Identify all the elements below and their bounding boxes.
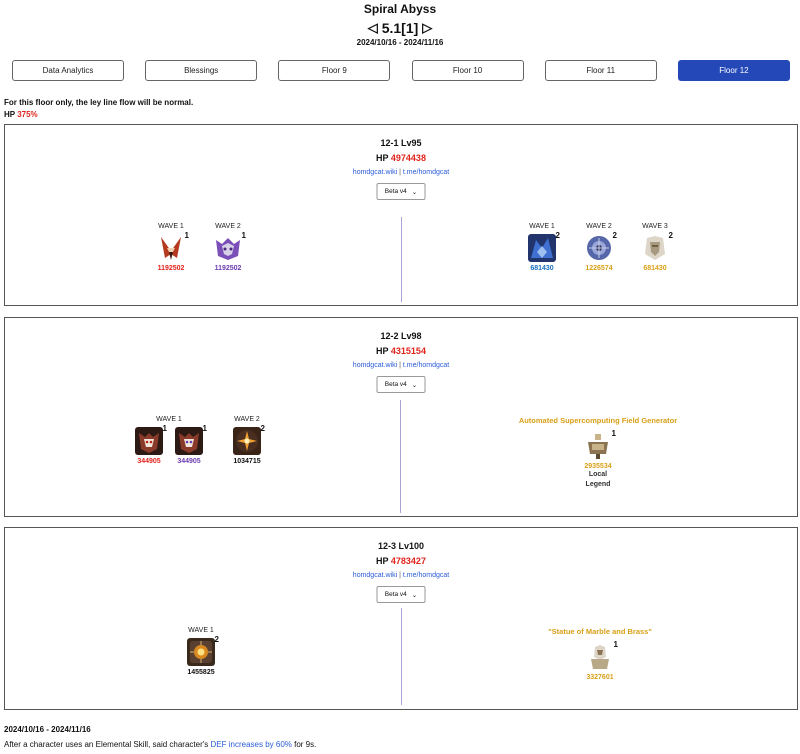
blue-dragon-icon (528, 234, 556, 262)
purple-beast-icon (175, 427, 203, 455)
blessing-description: After a character uses an Elemental Skil… (4, 740, 317, 749)
wave-1-first-half: WAVE 1 2 1455825 (185, 627, 219, 676)
tab-floor-10[interactable]: Floor 10 (411, 60, 524, 81)
chamber-hp: HP 4315154 (376, 346, 426, 356)
white-knight-icon (641, 234, 669, 262)
purple-mask-icon (214, 234, 242, 262)
tab-bar: Data Analytics Blessings Floor 9 Floor 1… (12, 60, 790, 81)
tab-blessings[interactable]: Blessings (145, 60, 258, 81)
chamber-title: 12-3 Lv100 (377, 541, 425, 551)
wave-1-first-half: WAVE 1 1 344905 1 344905 (133, 416, 207, 465)
chamber-title: 12-2 Lv98 (380, 331, 422, 341)
prev-version-button[interactable]: ◁ (368, 20, 378, 36)
wiki-link[interactable]: homdgcat.wiki (353, 169, 397, 176)
enemy-card[interactable]: 1 1192502 (155, 231, 189, 272)
wave-2-first-half: WAVE 2 2 1034715 (231, 416, 265, 465)
enemy-card[interactable]: 2 1455825 (185, 635, 219, 676)
next-version-button[interactable]: ▷ (422, 20, 432, 36)
wave-1-second-half: WAVE 1 2 681430 (526, 223, 560, 272)
page-title: Spiral Abyss (363, 2, 437, 16)
floor-hp-value: 375% (17, 110, 38, 119)
telegram-link[interactable]: t.me/homdgcat (403, 572, 449, 579)
boss-tag: Legend (585, 481, 611, 488)
boss-second-half: Automated Supercomputing Field Generator… (503, 416, 693, 490)
half-divider (400, 400, 401, 513)
floor-note: For this floor only, the ley line flow w… (4, 97, 193, 121)
enemy-card[interactable]: 2 1034715 (231, 424, 265, 465)
boss-name: Automated Supercomputing Field Generator (518, 416, 678, 425)
red-beast-icon (135, 427, 163, 455)
enemy-card[interactable]: 1 344905 (173, 424, 207, 465)
wave-1-first-half: WAVE 1 1 1192502 (155, 223, 189, 272)
chamber-title: 12-1 Lv95 (380, 138, 422, 148)
tab-floor-11[interactable]: Floor 11 (544, 60, 657, 81)
chamber-hp: HP 4974438 (376, 153, 426, 163)
wave-2-first-half: WAVE 2 1 1192502 (212, 223, 246, 272)
floor-hp: HP 375% (4, 110, 38, 119)
tab-data-analytics[interactable]: Data Analytics (12, 60, 124, 81)
fire-core-icon (187, 638, 215, 666)
chamber-12-1: 12-1 Lv95 HP 4974438 homdgcat.wiki | t.m… (4, 124, 798, 306)
enemy-card[interactable]: 2 681430 (639, 231, 673, 272)
version-selector: ◁ 5.1[1] ▷ (0, 20, 800, 36)
half-divider (401, 608, 402, 705)
chamber-links: homdgcat.wiki | t.me/homdgcat (352, 169, 450, 176)
version-select[interactable]: Beta v4 ⌄ (376, 376, 426, 393)
enemy-card[interactable]: 1 344905 (133, 424, 167, 465)
telegram-link[interactable]: t.me/homdgcat (403, 362, 449, 369)
period-dates: 2024/10/16 - 2024/11/16 (356, 38, 444, 47)
boss-tag: Local (588, 471, 608, 478)
enemy-card[interactable]: 1 3327601 (584, 640, 618, 681)
half-divider (401, 217, 402, 302)
tab-floor-12[interactable]: Floor 12 (677, 60, 790, 81)
telegram-link[interactable]: t.me/homdgcat (403, 169, 449, 176)
chevron-down-icon: ⌄ (411, 591, 418, 599)
chamber-hp: HP 4783427 (376, 556, 426, 566)
wave-2-second-half: WAVE 2 2 1226574 (583, 223, 617, 272)
marble-statue-icon (586, 643, 614, 671)
chamber-12-3: 12-3 Lv100 HP 4783427 homdgcat.wiki | t.… (4, 527, 798, 710)
ley-line-note: For this floor only, the ley line flow w… (4, 98, 194, 107)
blue-sphere-icon (585, 234, 613, 262)
chevron-down-icon: ⌄ (411, 381, 418, 389)
tab-floor-9[interactable]: Floor 9 (278, 60, 391, 81)
enemy-card[interactable]: 1 1192502 (212, 231, 246, 272)
wiki-link[interactable]: homdgcat.wiki (353, 362, 397, 369)
field-generator-icon (584, 432, 612, 460)
enemy-card[interactable]: 1 2935534 (582, 429, 616, 470)
red-hound-icon (157, 234, 185, 262)
version-label: 5.1[1] (381, 20, 419, 36)
enemy-card[interactable]: 2 681430 (526, 231, 560, 272)
boss-name: "Statue of Marble and Brass" (548, 627, 652, 636)
chamber-links: homdgcat.wiki | t.me/homdgcat (352, 362, 450, 369)
chamber-12-2: 12-2 Lv98 HP 4315154 homdgcat.wiki | t.m… (4, 317, 798, 517)
chamber-links: homdgcat.wiki | t.me/homdgcat (352, 572, 450, 579)
blessing-highlight: DEF increases by 60% (210, 740, 292, 749)
enemy-card[interactable]: 2 1226574 (583, 231, 617, 272)
version-select[interactable]: Beta v4 ⌄ (376, 183, 426, 200)
chevron-down-icon: ⌄ (411, 188, 418, 196)
wiki-link[interactable]: homdgcat.wiki (353, 572, 397, 579)
boss-second-half: "Statue of Marble and Brass" 1 3327601 (515, 627, 685, 681)
version-select[interactable]: Beta v4 ⌄ (376, 586, 426, 603)
orange-cross-icon (233, 427, 261, 455)
blessing-dates: 2024/10/16 - 2024/11/16 (4, 725, 91, 734)
wave-3-second-half: WAVE 3 2 681430 (639, 223, 673, 272)
